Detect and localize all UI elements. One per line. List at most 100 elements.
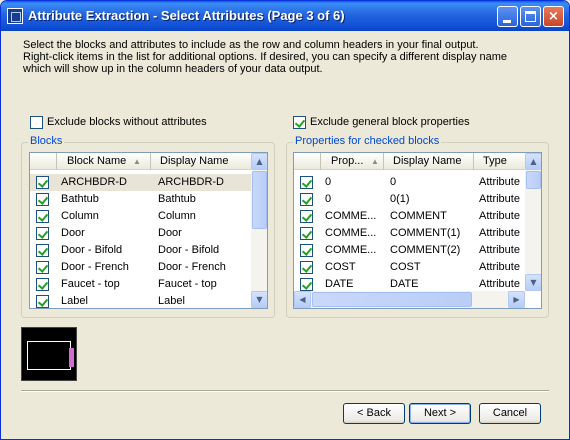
property-name: 0 xyxy=(325,176,332,188)
scroll-thumb[interactable] xyxy=(312,292,472,307)
divider xyxy=(21,390,549,392)
property-display-name[interactable]: COMMENT(2) xyxy=(390,242,472,259)
block-row[interactable]: Door Door xyxy=(30,225,252,242)
header-checkbox-column[interactable] xyxy=(30,153,57,170)
property-type: Attribute xyxy=(479,193,520,205)
block-name: Label xyxy=(61,295,88,307)
block-row[interactable]: Door - Bifold Door - Bifold xyxy=(30,242,252,259)
block-display-name[interactable]: Door - French xyxy=(158,259,250,276)
block-name-column-header[interactable]: Block Name ▲ xyxy=(57,153,151,170)
block-display-name[interactable]: Faucet - top xyxy=(158,276,250,293)
scroll-thumb[interactable] xyxy=(252,171,267,229)
maximize-button[interactable] xyxy=(520,6,541,27)
block-display-name[interactable]: Bathtub xyxy=(158,191,250,208)
block-row[interactable]: ARCHBDR-D ARCHBDR-D xyxy=(30,174,252,191)
properties-list[interactable]: Prop... ▲ Display Name Type 0 0 Attribut… xyxy=(293,152,542,309)
scroll-up-button[interactable]: ▲ xyxy=(251,153,267,170)
property-display-name[interactable]: 0(1) xyxy=(390,191,472,208)
back-button[interactable]: < Back xyxy=(343,403,405,424)
maximize-icon xyxy=(525,11,536,22)
block-display-name[interactable]: ARCHBDR-D xyxy=(158,174,250,191)
property-row[interactable]: COST COST Attribute xyxy=(294,259,526,276)
display-name-column-header[interactable]: Display Name xyxy=(384,153,474,170)
row-checkbox[interactable] xyxy=(300,210,313,223)
scroll-right-button[interactable]: ▶ xyxy=(508,291,525,308)
preview-title-block xyxy=(69,348,74,367)
row-checkbox[interactable] xyxy=(36,278,49,291)
property-display-name[interactable]: COMMENT xyxy=(390,208,472,225)
block-row[interactable]: Column Column xyxy=(30,208,252,225)
display-name-column-header[interactable]: Display Name xyxy=(151,153,252,170)
property-type: Attribute xyxy=(479,227,520,239)
property-row[interactable]: 0 0(1) Attribute xyxy=(294,191,526,208)
scroll-down-button[interactable]: ▼ xyxy=(251,291,267,308)
block-name: Door - French xyxy=(61,261,129,273)
property-row[interactable]: COMME... COMMENT(2) Attribute xyxy=(294,242,526,259)
blocks-vertical-scrollbar[interactable]: ▲ ▼ xyxy=(251,153,267,308)
block-name: Faucet - top xyxy=(61,278,120,290)
property-row[interactable]: 0 0 Attribute xyxy=(294,174,526,191)
exclude-general-block-properties-checkbox[interactable] xyxy=(293,116,306,129)
header-checkbox-column[interactable] xyxy=(294,153,321,170)
block-name: Bathtub xyxy=(61,193,99,205)
preview-border-drawing xyxy=(27,341,71,370)
row-checkbox[interactable] xyxy=(36,193,49,206)
block-row[interactable]: Bathtub Bathtub xyxy=(30,191,252,208)
row-checkbox[interactable] xyxy=(36,295,49,308)
row-checkbox[interactable] xyxy=(300,193,313,206)
property-column-header[interactable]: Prop... ▲ xyxy=(321,153,384,170)
property-type: Attribute xyxy=(479,261,520,273)
row-checkbox[interactable] xyxy=(300,278,313,291)
property-display-name[interactable]: COMMENT(1) xyxy=(390,225,472,242)
property-display-name[interactable]: 0 xyxy=(390,174,472,191)
close-button[interactable]: × xyxy=(543,6,564,27)
row-checkbox[interactable] xyxy=(36,227,49,240)
property-name: COMME... xyxy=(325,227,377,239)
row-checkbox[interactable] xyxy=(36,244,49,257)
property-name: COST xyxy=(325,261,356,273)
block-display-name[interactable]: Door xyxy=(158,225,250,242)
property-row[interactable]: COMME... COMMENT Attribute xyxy=(294,208,526,225)
property-display-name[interactable]: COST xyxy=(390,259,472,276)
properties-group-label: Properties for checked blocks xyxy=(293,135,442,147)
row-checkbox[interactable] xyxy=(36,176,49,189)
block-display-name[interactable]: Door - Bifold xyxy=(158,242,250,259)
scroll-thumb[interactable] xyxy=(526,171,541,189)
exclude-blocks-without-attributes-checkbox[interactable] xyxy=(30,116,43,129)
minimize-icon xyxy=(503,20,511,23)
blocks-list-header: Block Name ▲ Display Name xyxy=(30,153,252,170)
attribute-extraction-dialog: Attribute Extraction - Select Attributes… xyxy=(0,0,570,440)
block-row[interactable]: Label Label xyxy=(30,293,252,308)
scroll-up-button[interactable]: ▲ xyxy=(525,153,541,170)
instruction-line: Select the blocks and attributes to incl… xyxy=(23,39,479,51)
exclude-blocks-without-attributes-label[interactable]: Exclude blocks without attributes xyxy=(47,116,207,128)
row-checkbox[interactable] xyxy=(300,261,313,274)
cancel-button[interactable]: Cancel xyxy=(479,403,541,424)
blocks-list[interactable]: Block Name ▲ Display Name ARCHBDR-D ARCH… xyxy=(29,152,268,309)
instruction-line: which will show up in the column headers… xyxy=(23,63,323,75)
block-display-name[interactable]: Column xyxy=(158,208,250,225)
property-name: COMME... xyxy=(325,244,377,256)
type-column-header[interactable]: Type xyxy=(474,153,526,170)
block-name: ARCHBDR-D xyxy=(61,176,127,188)
row-checkbox[interactable] xyxy=(300,244,313,257)
title-bar[interactable]: Attribute Extraction - Select Attributes… xyxy=(1,1,569,31)
next-button[interactable]: Next > xyxy=(409,403,471,424)
block-display-name[interactable]: Label xyxy=(158,293,250,308)
app-icon xyxy=(7,8,23,24)
block-row[interactable]: Faucet - top Faucet - top xyxy=(30,276,252,293)
scroll-left-button[interactable]: ◀ xyxy=(294,291,311,308)
row-checkbox[interactable] xyxy=(300,176,313,189)
row-checkbox[interactable] xyxy=(36,210,49,223)
instructions-text: Select the blocks and attributes to incl… xyxy=(23,39,553,75)
row-checkbox[interactable] xyxy=(300,227,313,240)
properties-vertical-scrollbar[interactable]: ▲ ▼ xyxy=(525,153,541,291)
property-row[interactable]: COMME... COMMENT(1) Attribute xyxy=(294,225,526,242)
block-name: Door - Bifold xyxy=(61,244,123,256)
properties-horizontal-scrollbar[interactable]: ◀ ▶ xyxy=(294,291,525,308)
exclude-general-block-properties-label[interactable]: Exclude general block properties xyxy=(310,116,470,128)
block-row[interactable]: Door - French Door - French xyxy=(30,259,252,276)
row-checkbox[interactable] xyxy=(36,261,49,274)
scroll-down-button[interactable]: ▼ xyxy=(525,274,541,291)
minimize-button[interactable] xyxy=(497,6,518,27)
